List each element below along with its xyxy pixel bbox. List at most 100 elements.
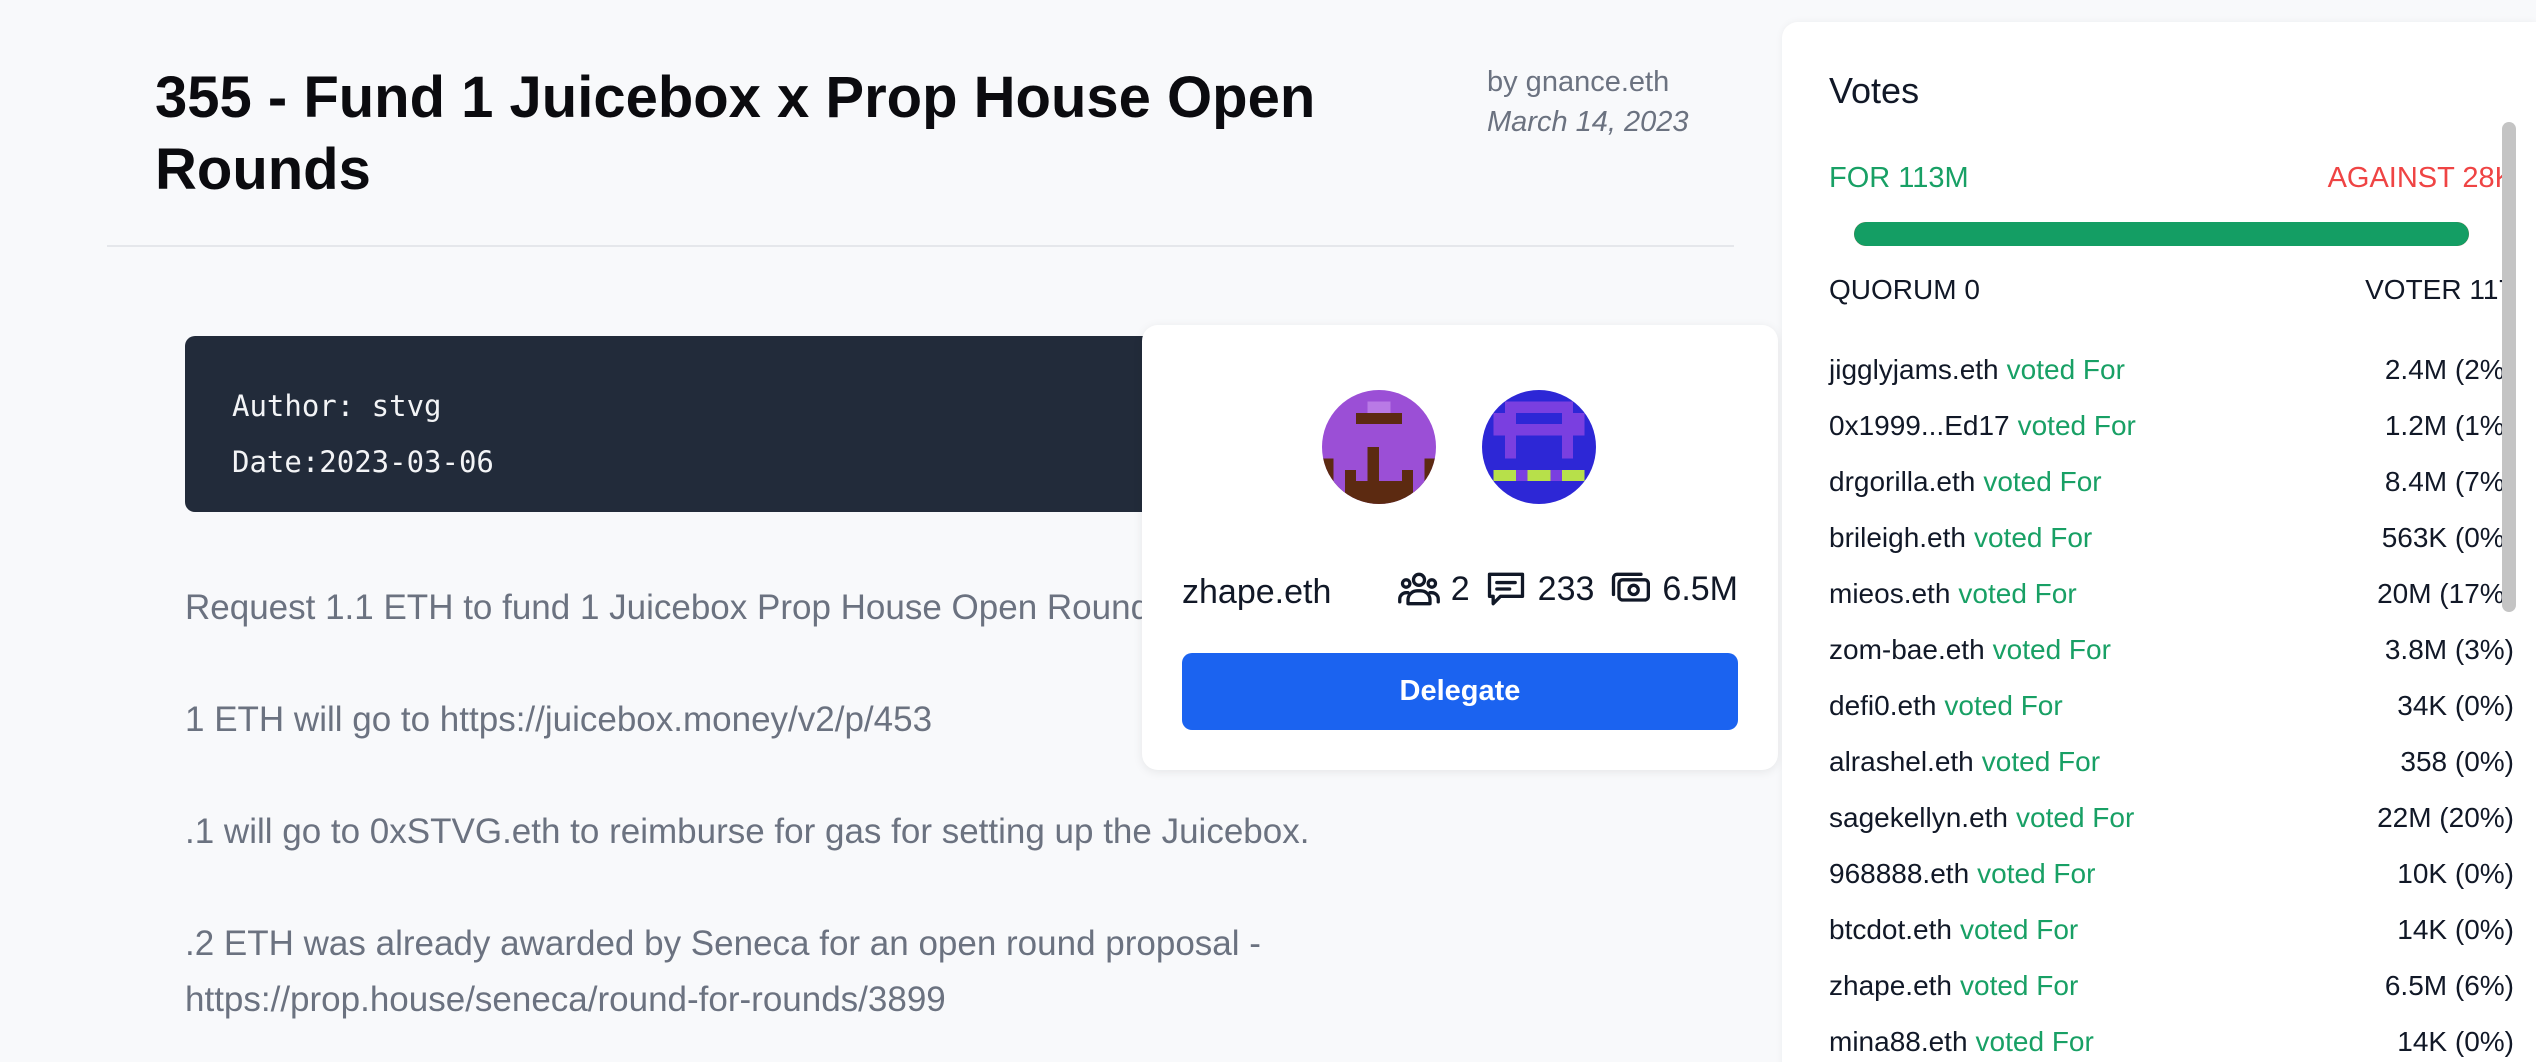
vote-amount: 6.5M (6%) [2384, 970, 2514, 1001]
vote-amount: 10K (0%) [2397, 858, 2514, 889]
vote-direction: voted For [2006, 354, 2125, 385]
delegate-card: zhape.eth 2 233 6.5M Delegate [1142, 325, 1778, 770]
vote-direction: voted For [1973, 522, 2093, 553]
voter-identity: btcdot.eth voted For [1829, 914, 2078, 946]
voter-row[interactable]: 0x1999...Ed17 voted For 1.2M (1%) [1829, 398, 2514, 454]
users-icon [1397, 572, 1440, 606]
quorum-row: QUORUM 0 VOTER 117 [1829, 274, 2514, 306]
voter-name[interactable]: btcdot.eth [1829, 914, 1952, 945]
vote-amount: 14K (0%) [2397, 914, 2514, 945]
noun-avatar-2[interactable] [1482, 390, 1596, 504]
proposal-date: March 14, 2023 [1487, 106, 1689, 138]
vote-direction: voted For [1959, 914, 2079, 945]
quorum-label: QUORUM 0 [1829, 274, 1980, 305]
vote-amount: 2.4M (2%) [2384, 354, 2514, 385]
voter-identity: 0x1999...Ed17 voted For [1829, 410, 2136, 442]
delegate-name[interactable]: zhape.eth [1182, 570, 1331, 614]
vote-amount: 358 (0%) [2400, 746, 2514, 777]
for-total: FOR 113M [1829, 162, 1969, 194]
body-link[interactable]: https://prop.house/seneca/round-for-roun… [185, 972, 1455, 1028]
voting-power-value: 6.5M [1662, 570, 1738, 608]
cash-icon [1612, 572, 1651, 602]
code-line-date: Date:2023-03-06 [232, 445, 494, 479]
voter-name[interactable]: 0x1999...Ed17 [1829, 410, 2010, 441]
vote-amount: 8.4M (7%) [2384, 466, 2514, 497]
voter-row[interactable]: 968888.eth voted For 10K (0%) [1829, 846, 2514, 902]
vote-amount: 563K (0%) [2381, 522, 2514, 553]
voter-count-label: VOTER 117 [2365, 274, 2514, 305]
voter-identity: sagekellyn.eth voted For [1829, 802, 2134, 834]
against-total: AGAINST 28K [2327, 162, 2514, 194]
comment-icon [1487, 572, 1524, 606]
code-block: Author: stvg Date:2023-03-06 [185, 336, 1185, 512]
vote-direction: voted For [2016, 802, 2135, 833]
voter-row[interactable]: jigglyjams.eth voted For 2.4M (2%) [1829, 342, 2514, 398]
voter-identity: defi0.eth voted For [1829, 690, 2063, 722]
voter-identity: mieos.eth voted For [1829, 578, 2077, 610]
voter-name[interactable]: mieos.eth [1829, 578, 1950, 609]
voter-name[interactable]: alrashel.eth [1829, 746, 1974, 777]
vote-direction: voted For [1944, 690, 2063, 721]
vote-amount: 20M (17%) [2377, 578, 2514, 609]
voter-name[interactable]: defi0.eth [1829, 690, 1936, 721]
delegators-stat: 2 [1397, 567, 1470, 611]
proposal-meta: by gnance.eth March 14, 2023 [1487, 62, 1707, 142]
voter-name[interactable]: zom-bae.eth [1829, 634, 1985, 665]
voter-identity: zom-bae.eth voted For [1829, 634, 2111, 666]
body-paragraph: .2 ETH was already awarded by Seneca for… [185, 916, 1455, 1028]
voter-name[interactable]: drgorilla.eth [1829, 466, 1975, 497]
voter-row[interactable]: brileigh.eth voted For 563K (0%) [1829, 510, 2514, 566]
vote-progress-bar [1854, 222, 2469, 246]
body-paragraph: .1 will go to 0xSTVG.eth to reimburse fo… [185, 812, 1310, 851]
voter-name[interactable]: jigglyjams.eth [1829, 354, 1999, 385]
voter-row[interactable]: defi0.eth voted For 34K (0%) [1829, 678, 2514, 734]
vote-amount: 14K (0%) [2397, 1026, 2514, 1057]
noun-avatar-1[interactable] [1322, 390, 1436, 504]
vote-direction: voted For [1981, 746, 2101, 777]
vote-direction: voted For [1977, 858, 2096, 889]
delegators-count: 2 [1450, 570, 1470, 608]
voter-name[interactable]: 968888.eth [1829, 858, 1969, 889]
vote-progress-fill [1854, 222, 2469, 246]
vote-direction: voted For [1983, 466, 2102, 497]
comments-count: 233 [1537, 570, 1595, 608]
voter-identity: zhape.eth voted For [1829, 970, 2078, 1002]
vote-tally: FOR 113M AGAINST 28K [1829, 162, 2514, 195]
voter-name[interactable]: brileigh.eth [1829, 522, 1966, 553]
vote-amount: 1.2M (1%) [2384, 410, 2514, 441]
voter-row[interactable]: zhape.eth voted For 6.5M (6%) [1829, 958, 2514, 1014]
votes-scrollbar[interactable] [2502, 122, 2516, 612]
proposal-title: 355 - Fund 1 Juicebox x Prop House Open … [155, 65, 1316, 202]
vote-direction: voted For [1960, 970, 2079, 1001]
voter-name[interactable]: sagekellyn.eth [1829, 802, 2008, 833]
vote-direction: voted For [1975, 1026, 2094, 1057]
voter-row[interactable]: sagekellyn.eth voted For 22M (20%) [1829, 790, 2514, 846]
voter-row[interactable]: mina88.eth voted For 14K (0%) [1829, 1014, 2514, 1062]
voter-row[interactable]: btcdot.eth voted For 14K (0%) [1829, 902, 2514, 958]
vote-amount: 22M (20%) [2377, 802, 2514, 833]
vote-amount: 34K (0%) [2397, 690, 2514, 721]
votes-panel: Votes FOR 113M AGAINST 28K QUORUM 0 VOTE… [1782, 22, 2536, 1062]
voter-list: jigglyjams.eth voted For 2.4M (2%) 0x1999..… [1829, 342, 2514, 1062]
voter-row[interactable]: zom-bae.eth voted For 3.8M (3%) [1829, 622, 2514, 678]
vote-direction: voted For [2017, 410, 2136, 441]
voting-power-stat: 6.5M [1608, 567, 1738, 611]
author-line[interactable]: by gnance.eth [1487, 66, 1669, 98]
header-divider [107, 245, 1734, 247]
voter-name[interactable]: zhape.eth [1829, 970, 1952, 1001]
voter-identity: mina88.eth voted For [1829, 1026, 2094, 1058]
voter-row[interactable]: alrashel.eth voted For 358 (0%) [1829, 734, 2514, 790]
code-line-author: Author: stvg [232, 389, 442, 423]
voter-row[interactable]: mieos.eth voted For 20M (17%) [1829, 566, 2514, 622]
voter-identity: drgorilla.eth voted For [1829, 466, 2102, 498]
vote-direction: voted For [1992, 634, 2111, 665]
delegate-stats: 2 233 6.5M [1383, 567, 1738, 611]
vote-direction: voted For [1958, 578, 2077, 609]
voter-identity: 968888.eth voted For [1829, 858, 2095, 890]
delegate-button[interactable]: Delegate [1182, 653, 1738, 730]
voter-name[interactable]: mina88.eth [1829, 1026, 1968, 1057]
voter-identity: jigglyjams.eth voted For [1829, 354, 2125, 386]
body-line: .2 ETH was already awarded by Seneca for… [185, 924, 1261, 963]
voter-row[interactable]: drgorilla.eth voted For 8.4M (7%) [1829, 454, 2514, 510]
voter-identity: alrashel.eth voted For [1829, 746, 2100, 778]
